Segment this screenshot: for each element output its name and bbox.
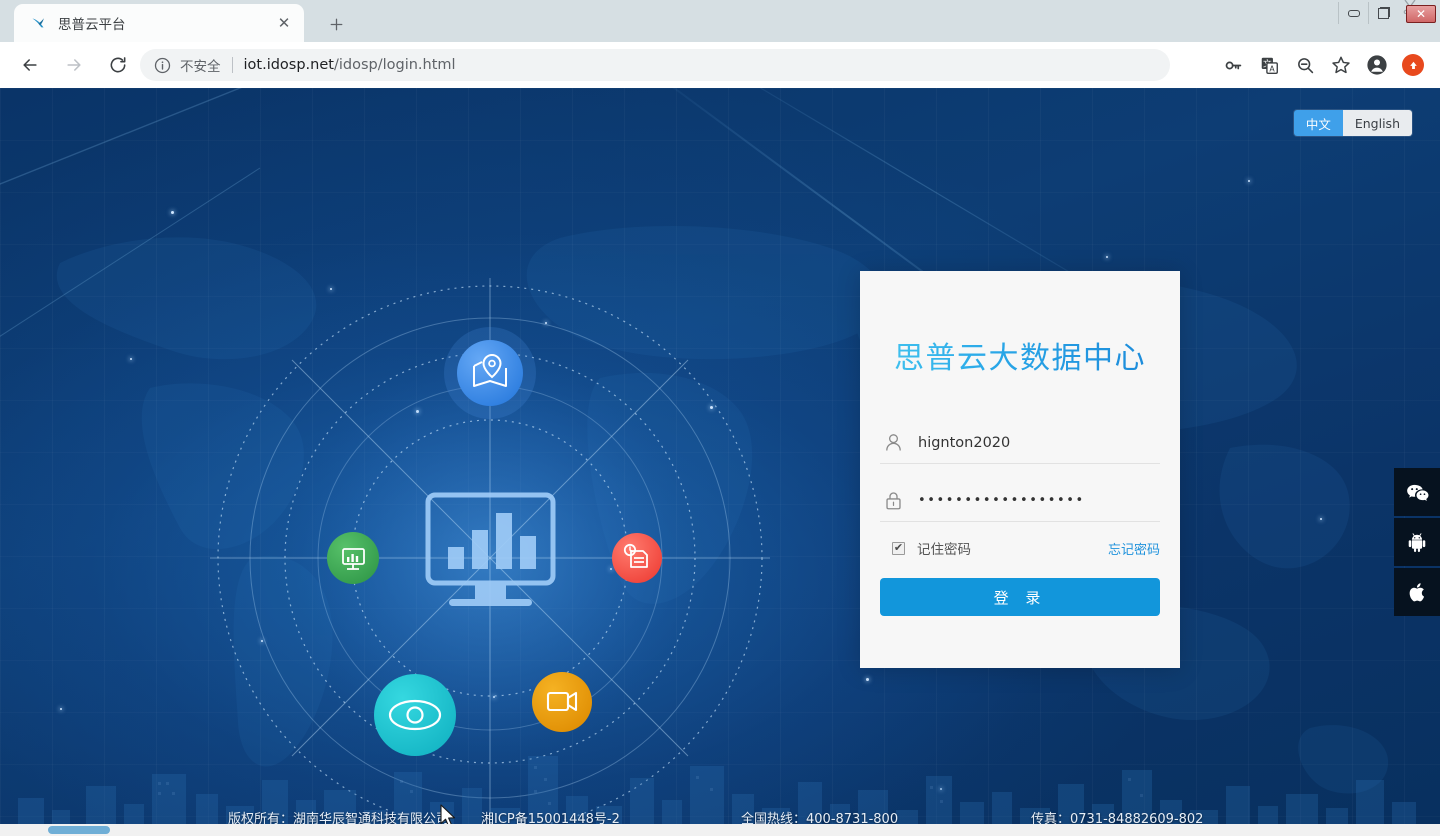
report-document-node [612, 533, 662, 583]
site-favicon [30, 15, 47, 32]
profile-avatar-icon[interactable] [1362, 50, 1392, 80]
page-viewport: 中文 English 思普云大数据中心 [0, 88, 1440, 836]
window-close-glyph: ✕ [1406, 5, 1436, 23]
map-location-node [444, 327, 536, 419]
reload-button[interactable] [101, 48, 135, 82]
tab-title: 思普云平台 [58, 13, 274, 33]
horizontal-scrollbar[interactable] [0, 824, 1440, 836]
language-switcher: 中文 English [1294, 110, 1412, 136]
android-icon[interactable] [1394, 518, 1440, 566]
remember-password-checkbox[interactable]: ✔ [892, 542, 905, 555]
social-dock [1394, 468, 1440, 618]
browser-titlebar: 思普云平台 ✕ ✕ [0, 0, 1440, 42]
omnibox-divider [232, 57, 233, 73]
password-input[interactable] [918, 480, 1160, 521]
bookmark-star-icon[interactable] [1326, 50, 1356, 80]
extension-icon[interactable] [1398, 50, 1428, 80]
window-minimize-button[interactable] [1338, 2, 1368, 24]
window-close-button[interactable]: ✕ [1398, 0, 1440, 26]
forgot-password-link[interactable]: 忘记密码 [1108, 539, 1160, 558]
tab-close-icon[interactable]: ✕ [274, 13, 294, 33]
back-button[interactable] [13, 48, 47, 82]
window-controls: ✕ [1338, 0, 1440, 26]
screen: 思普云平台 ✕ ✕ [0, 0, 1440, 836]
password-key-icon[interactable] [1218, 50, 1248, 80]
lock-icon [880, 490, 906, 511]
info-circle-icon[interactable] [154, 57, 171, 74]
screen-data-node [327, 532, 379, 584]
extension-badge [1402, 54, 1424, 76]
login-submit-button[interactable]: 登 录 [880, 578, 1160, 616]
translate-icon[interactable]: 文 A [1254, 50, 1284, 80]
password-field-row [880, 480, 1160, 522]
address-bar[interactable]: 不安全 iot.idosp.net /idosp/login.html [140, 49, 1170, 81]
url-path: /idosp/login.html [334, 57, 456, 73]
apple-icon[interactable] [1394, 568, 1440, 616]
toolbar-icon-group: 文 A [1218, 48, 1428, 82]
login-card: 思普云大数据中心 [860, 271, 1180, 668]
login-title: 思普云大数据中心 [860, 333, 1180, 377]
security-status-text: 不安全 [180, 55, 221, 75]
forward-button[interactable] [57, 48, 91, 82]
remember-row: ✔ 记住密码 忘记密码 [880, 538, 1160, 558]
browser-toolbar: 不安全 iot.idosp.net /idosp/login.html 文 A [0, 42, 1440, 88]
wechat-icon[interactable] [1394, 468, 1440, 516]
new-tab-button[interactable] [322, 10, 350, 38]
scrollbar-thumb[interactable] [48, 826, 110, 834]
zoom-out-icon[interactable] [1290, 50, 1320, 80]
browser-tab[interactable]: 思普云平台 ✕ [14, 4, 304, 42]
svg-text:A: A [1269, 64, 1275, 73]
lang-button-chinese[interactable]: 中文 [1294, 110, 1343, 136]
user-icon [880, 432, 906, 453]
username-field-row [880, 422, 1160, 464]
window-restore-button[interactable] [1368, 2, 1398, 24]
username-input[interactable] [918, 422, 1160, 463]
url-host: iot.idosp.net [244, 57, 334, 73]
remember-password-label: 记住密码 [917, 538, 971, 558]
lang-button-english[interactable]: English [1343, 110, 1412, 136]
